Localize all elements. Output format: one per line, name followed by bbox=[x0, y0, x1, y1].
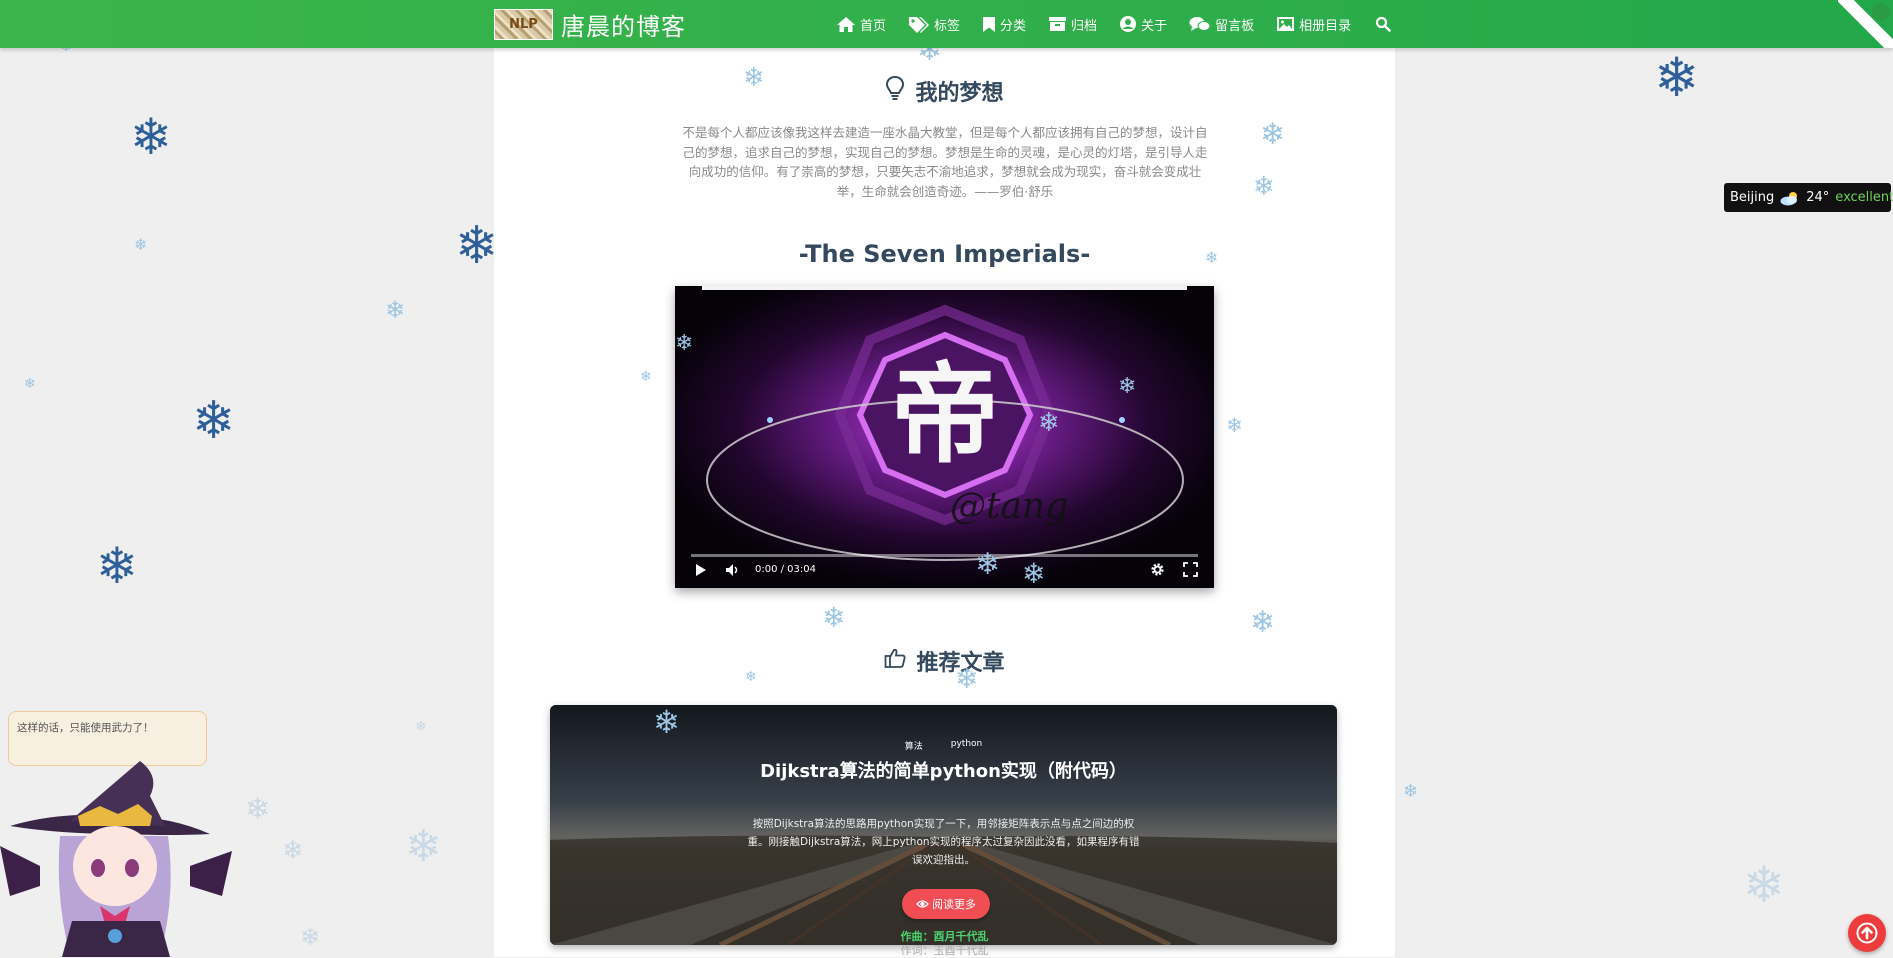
snowflake-icon: ❄ bbox=[96, 537, 138, 595]
back-to-top-button[interactable] bbox=[1848, 914, 1886, 952]
snowflake-icon: ❄ bbox=[130, 108, 172, 166]
nav-item-tags[interactable]: 标签 bbox=[908, 15, 960, 34]
settings-gear-icon[interactable] bbox=[1150, 562, 1165, 577]
top-navbar: NLP 唐晨的博客 首页 标签 分类 归档 关于 留言板 相册目录 bbox=[0, 0, 1893, 48]
fullscreen-icon[interactable] bbox=[1183, 562, 1198, 577]
comments-icon bbox=[1189, 16, 1211, 33]
article-title[interactable]: Dijkstra算法的简单python实现（附代码） bbox=[550, 757, 1337, 783]
user-circle-icon bbox=[1119, 15, 1137, 33]
bookmark-icon bbox=[982, 16, 996, 33]
search-icon[interactable] bbox=[1375, 16, 1391, 32]
nav-item-about[interactable]: 关于 bbox=[1119, 15, 1167, 34]
snowflake-icon: ❄ bbox=[415, 719, 427, 735]
read-more-button[interactable]: 阅读更多 bbox=[902, 889, 990, 919]
snowflake-icon: ❄ bbox=[385, 296, 406, 324]
github-corner-icon[interactable] bbox=[1838, 0, 1893, 48]
snowflake-icon: ❄ bbox=[300, 923, 321, 951]
nav-item-archive[interactable]: 归档 bbox=[1048, 15, 1097, 34]
arrow-up-icon bbox=[1856, 922, 1878, 944]
article-tag[interactable]: python bbox=[951, 739, 982, 752]
snowflake-icon: ❄ bbox=[134, 235, 148, 254]
nav-item-gallery[interactable]: 相册目录 bbox=[1276, 15, 1351, 34]
snowflake-icon: ❄ bbox=[192, 391, 236, 451]
image-icon bbox=[1276, 16, 1295, 32]
nav-item-guestbook[interactable]: 留言板 bbox=[1189, 15, 1254, 34]
brand-logo[interactable]: NLP bbox=[494, 8, 553, 40]
nav-item-home[interactable]: 首页 bbox=[836, 15, 886, 34]
nav-item-label: 关于 bbox=[1141, 18, 1168, 34]
recommended-section-title: 推荐文章 bbox=[494, 645, 1395, 677]
article-tags: 算法 python bbox=[550, 739, 1337, 752]
snowflake-icon: ❄ bbox=[245, 792, 271, 827]
article-card[interactable]: 算法 python Dijkstra算法的简单python实现（附代码） 按照D… bbox=[550, 705, 1337, 945]
snowflake-icon: ❄ bbox=[282, 836, 304, 866]
thumbs-up-icon bbox=[884, 647, 906, 675]
nav-item-label: 标签 bbox=[934, 18, 961, 34]
snowflake-icon: ❄ bbox=[1743, 856, 1785, 914]
article-tag[interactable]: 算法 bbox=[905, 739, 923, 752]
weather-temp: 24° bbox=[1806, 190, 1830, 205]
volume-icon[interactable] bbox=[725, 563, 741, 577]
snowflake-icon: ❄ bbox=[405, 821, 442, 872]
main-content: 我的梦想 不是每个人都应该像我这样去建造一座水晶大教堂，但是每个人都应该拥有自己… bbox=[494, 48, 1395, 957]
snowflake-icon: ❄ bbox=[1403, 781, 1419, 802]
dream-quote: 不是每个人都应该像我这样去建造一座水晶大教堂，但是每个人都应该拥有自己的梦想，设… bbox=[682, 125, 1208, 199]
video-player[interactable]: 帝 @tang 0:00 / 03:04 bbox=[675, 286, 1214, 588]
nav-item-label: 分类 bbox=[1000, 18, 1027, 34]
video-time: 0:00 / 03:04 bbox=[755, 564, 817, 575]
lyric-line: 作词：玉酉千代乱 bbox=[900, 944, 989, 957]
video-frame[interactable]: 帝 @tang bbox=[675, 290, 1214, 588]
nav-item-categories[interactable]: 分类 bbox=[982, 15, 1026, 34]
dream-title-text: 我的梦想 bbox=[915, 81, 1004, 106]
read-more-label: 阅读更多 bbox=[932, 898, 976, 911]
cloud-sun-icon bbox=[1779, 190, 1801, 206]
snowflake-icon: ❄ bbox=[24, 376, 36, 392]
air-quality: excellent bbox=[1835, 190, 1893, 205]
nav-item-label: 相册目录 bbox=[1299, 18, 1352, 34]
archive-icon bbox=[1048, 16, 1067, 32]
nav-item-label: 留言板 bbox=[1215, 18, 1255, 34]
nav-item-label: 归档 bbox=[1071, 18, 1098, 34]
play-icon[interactable] bbox=[695, 563, 707, 577]
article-excerpt: 按照Dijkstra算法的思路用python实现了一下，用邻接矩阵表示点与点之间… bbox=[747, 818, 1140, 866]
video-glyph: 帝 bbox=[891, 352, 999, 478]
mascot-witch-image[interactable] bbox=[0, 756, 236, 957]
nav-item-label: 首页 bbox=[860, 18, 887, 34]
snowflake-icon: ❄ bbox=[1654, 46, 1700, 109]
snowflake-icon: ❄ bbox=[455, 216, 499, 276]
video-watermark: @tang bbox=[950, 486, 1068, 527]
weather-city: Beijing bbox=[1730, 190, 1775, 205]
dream-section-title: 我的梦想 bbox=[494, 75, 1395, 107]
tags-icon bbox=[908, 16, 930, 33]
lightbulb-icon bbox=[885, 75, 905, 107]
brand[interactable]: NLP 唐晨的博客 bbox=[494, 7, 686, 41]
player-controls: 0:00 / 03:04 bbox=[675, 551, 1214, 588]
brand-name[interactable]: 唐晨的博客 bbox=[561, 7, 686, 42]
nav-menu: 首页 标签 分类 归档 关于 留言板 相册目录 bbox=[836, 0, 1391, 48]
eye-icon bbox=[916, 899, 929, 909]
home-icon bbox=[836, 16, 856, 33]
music-section-title: -The Seven Imperials- bbox=[798, 240, 1091, 268]
recommended-title-text: 推荐文章 bbox=[916, 651, 1005, 676]
weather-widget[interactable]: Beijing 24° excellent bbox=[1724, 183, 1893, 212]
